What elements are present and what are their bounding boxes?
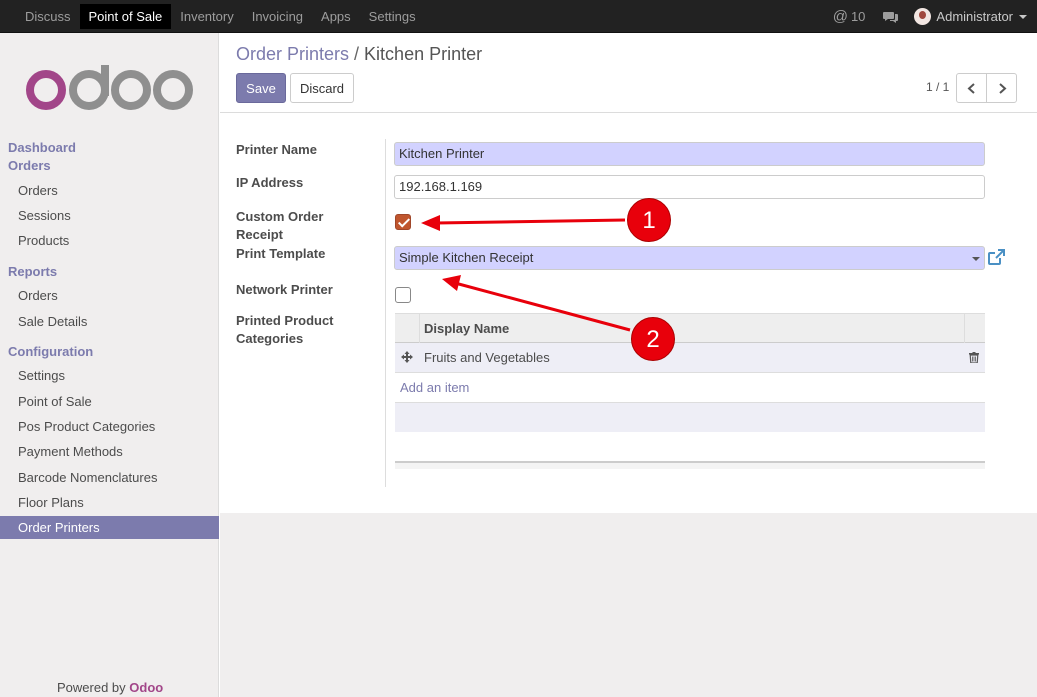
annotation-badge-1: 1 [627, 198, 671, 242]
annotation-arrows [421, 215, 631, 332]
annotation-badge-2: 2 [631, 317, 675, 361]
